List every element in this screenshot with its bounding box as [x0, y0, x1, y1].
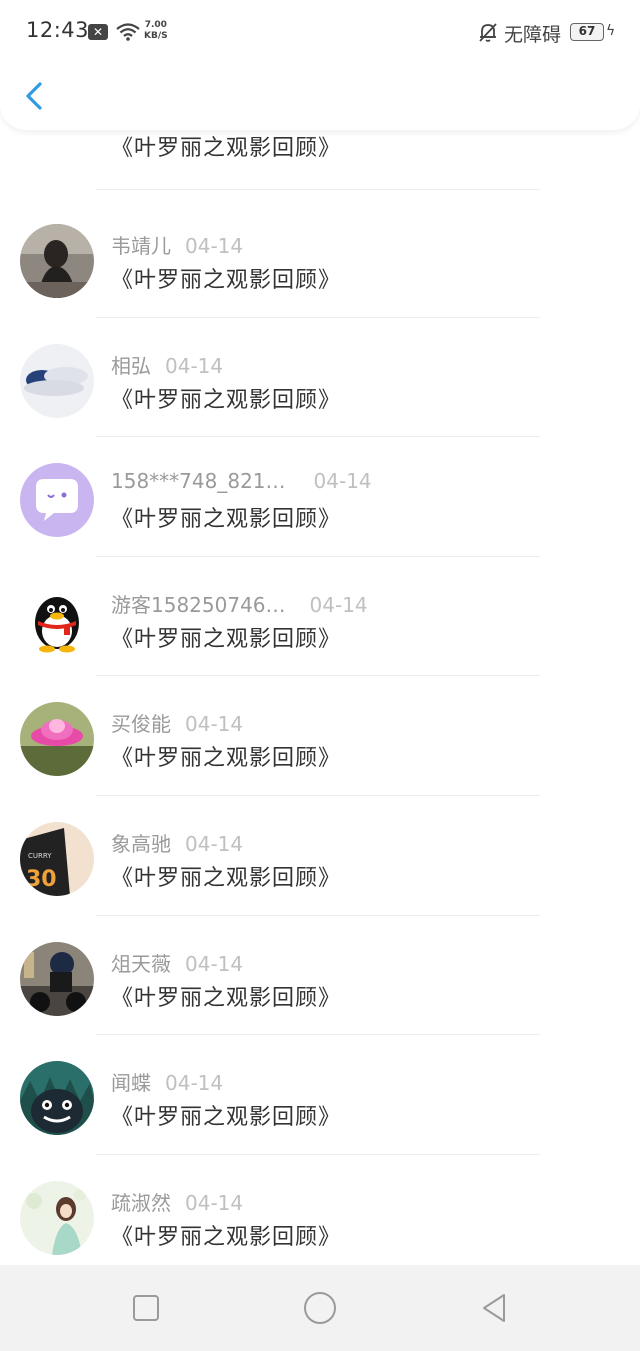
accessibility-label: 无障碍 — [504, 24, 562, 46]
svg-text:30: 30 — [26, 867, 57, 892]
message-meta: 象高驰 04-14 — [111, 828, 243, 857]
message-date: 04-14 — [185, 831, 244, 856]
sender-name: 买俊能 — [111, 712, 171, 737]
message-meta: 买俊能 04-14 — [111, 708, 243, 737]
message-meta: 158***748_821… 04-14 — [111, 469, 372, 493]
qq-penguin-avatar — [20, 582, 94, 657]
totoro-avatar — [20, 1061, 94, 1136]
bell-muted-icon — [479, 23, 497, 42]
message-title: 《叶罗丽之观影回顾》 — [111, 136, 342, 161]
network-speed: 7.00 KB/S — [144, 20, 168, 42]
list-item[interactable]: 疏淑然 04-14 《叶罗丽之观影回顾》 — [0, 1139, 640, 1259]
system-nav-bar — [0, 1265, 640, 1351]
network-speed-unit: KB/S — [144, 31, 168, 41]
sender-name: 疏淑然 — [111, 1190, 171, 1215]
message-title: 《叶罗丽之观影回顾》 — [111, 985, 342, 1011]
message-meta: 韦靖儿 04-14 — [111, 230, 243, 259]
wifi-icon — [116, 23, 140, 41]
back-chevron-icon[interactable] — [20, 76, 52, 116]
message-title: 《叶罗丽之观影回顾》 — [111, 626, 342, 652]
list-item[interactable]: 闻蝶 04-14 《叶罗丽之观影回顾》 — [0, 1019, 640, 1155]
message-meta: 俎天薇 04-14 — [111, 948, 243, 977]
home-circle-icon[interactable] — [302, 1290, 338, 1326]
message-date: 04-14 — [313, 469, 372, 494]
notification-badge-icon: ✕ — [88, 24, 108, 40]
battery-icon: 67 — [570, 23, 604, 41]
message-title: 《叶罗丽之观影回顾》 — [111, 507, 342, 533]
girl-illustration-avatar — [20, 1180, 94, 1255]
message-title: 《叶罗丽之观影回顾》 — [111, 1105, 342, 1131]
sender-name: 游客158250746… — [111, 592, 286, 617]
message-date: 04-14 — [185, 234, 244, 258]
svg-text:CURRY: CURRY — [28, 852, 52, 860]
message-date: 04-14 — [185, 1190, 244, 1215]
message-date: 04-14 — [165, 353, 224, 378]
message-title: 《叶罗丽之观影回顾》 — [111, 746, 342, 772]
message-title: 《叶罗丽之观影回顾》 — [111, 268, 342, 293]
girl-photo-avatar — [20, 224, 94, 298]
recents-square-icon[interactable] — [128, 1290, 164, 1326]
list-item[interactable]: 30 CURRY 象高驰 04-14 《叶罗丽之观影回顾》 — [0, 780, 640, 916]
back-triangle-icon[interactable] — [476, 1290, 512, 1326]
list-item[interactable]: 买俊能 04-14 《叶罗丽之观影回顾》 — [0, 660, 640, 796]
status-time: 12:43 — [26, 18, 90, 42]
message-meta: 游客158250746… 04-14 — [111, 589, 368, 618]
header-bar — [0, 64, 640, 130]
motorcycle-avatar — [20, 941, 94, 1016]
message-date: 04-14 — [185, 951, 244, 976]
message-title: 《叶罗丽之观影回顾》 — [111, 387, 342, 413]
message-date: 04-14 — [309, 592, 368, 617]
message-meta: 闻蝶 04-14 — [111, 1067, 223, 1096]
message-title: 《叶罗丽之观影回顾》 — [111, 865, 342, 891]
network-speed-value: 7.00 — [144, 20, 167, 30]
message-date: 04-14 — [185, 712, 244, 737]
sleeping-person-avatar — [20, 343, 94, 418]
list-item[interactable]: 游客158250746… 04-14 《叶罗丽之观影回顾》 — [0, 541, 640, 677]
sender-name: 韦靖儿 — [111, 234, 171, 258]
pink-flower-avatar — [20, 702, 94, 777]
list-item[interactable]: 相弘 04-14 《叶罗丽之观影回顾》 — [0, 302, 640, 438]
chat-bubble-avatar — [20, 463, 94, 538]
sender-name: 象高驰 — [111, 831, 171, 856]
sender-name: 俎天薇 — [111, 951, 171, 976]
message-meta: 疏淑然 04-14 — [111, 1187, 243, 1216]
message-title: 《叶罗丽之观影回顾》 — [111, 1224, 342, 1250]
sender-name: 相弘 — [111, 353, 151, 378]
message-meta: 相弘 04-14 — [111, 350, 223, 379]
list-item[interactable]: 158***748_821… 04-14 《叶罗丽之观影回顾》 — [0, 421, 640, 557]
message-list: 《叶罗丽之观影回顾》 韦靖儿 04-14 《叶罗丽之观影回顾》 相弘 04-14 《… — [0, 54, 640, 1259]
message-date: 04-14 — [165, 1071, 224, 1096]
charging-icon: ϟ — [606, 23, 616, 39]
list-item[interactable]: 俎天薇 04-14 《叶罗丽之观影回顾》 — [0, 900, 640, 1036]
sender-name: 158***748_821… — [111, 469, 286, 494]
list-item[interactable]: 韦靖儿 04-14 《叶罗丽之观影回顾》 — [0, 182, 640, 318]
sender-name: 闻蝶 — [111, 1071, 151, 1096]
basketball-jersey-avatar: 30 CURRY — [20, 821, 94, 896]
status-bar: 12:43 ✕ 7.00 KB/S 无障碍 67 ϟ — [0, 0, 640, 64]
